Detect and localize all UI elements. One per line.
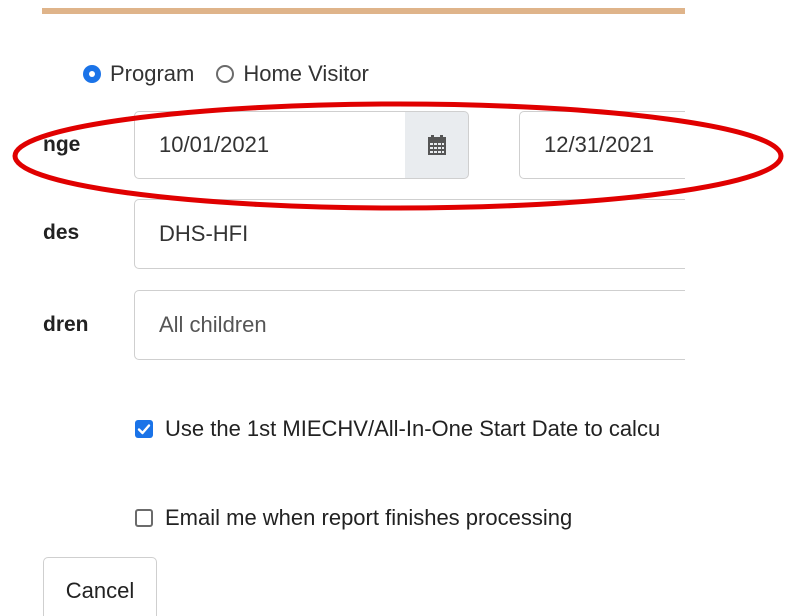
cancel-button[interactable]: Cancel	[43, 557, 157, 616]
home-visitor-radio-label[interactable]: Home Visitor	[243, 61, 369, 87]
miechv-option: Use the 1st MIECHV/All-In-One Start Date…	[135, 416, 660, 442]
email-checkbox[interactable]	[135, 509, 153, 527]
report-scope-radios: Program Home Visitor	[83, 58, 369, 90]
calendar-icon	[427, 135, 446, 155]
email-checkbox-label[interactable]: Email me when report finishes processing	[165, 505, 572, 531]
report-form: Program Home Visitor nge 10/01/2021 12/3…	[0, 0, 685, 616]
children-label: dren	[43, 313, 89, 336]
children-select[interactable]: All children	[134, 290, 685, 360]
check-icon	[137, 424, 151, 435]
miechv-checkbox[interactable]	[135, 420, 153, 438]
calendar-button[interactable]	[405, 111, 469, 179]
program-radio[interactable]	[83, 65, 101, 83]
end-date-input[interactable]: 12/31/2021	[519, 111, 685, 179]
email-option: Email me when report finishes processing	[135, 505, 572, 531]
home-visitor-radio[interactable]	[216, 65, 235, 83]
program-radio-label[interactable]: Program	[110, 61, 194, 87]
start-date-input[interactable]: 10/01/2021	[134, 111, 406, 179]
date-range-label: nge	[43, 133, 81, 156]
top-divider	[42, 8, 685, 14]
miechv-checkbox-label[interactable]: Use the 1st MIECHV/All-In-One Start Date…	[165, 416, 660, 442]
codes-select[interactable]: DHS-HFI	[134, 199, 685, 269]
codes-label: des	[43, 221, 80, 244]
